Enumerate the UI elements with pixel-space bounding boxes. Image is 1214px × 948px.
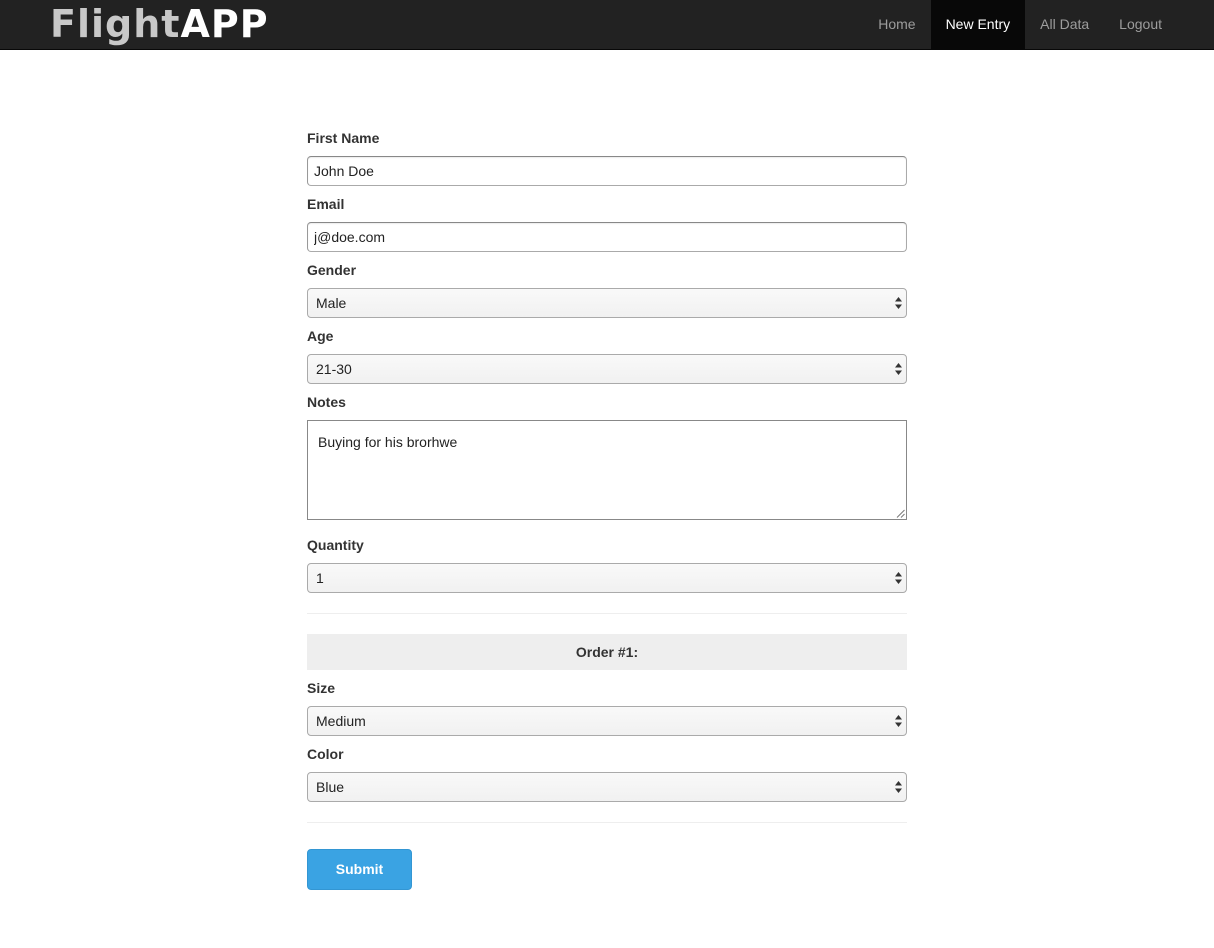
nav-item-all-data[interactable]: All Data	[1025, 0, 1104, 49]
resize-grip-icon[interactable]	[896, 509, 905, 518]
size-label: Size	[307, 680, 336, 696]
order-header: Order #1:	[307, 634, 907, 670]
size-select[interactable]: Medium	[307, 706, 907, 736]
notes-textarea[interactable]: Buying for his brorhwe	[307, 420, 907, 520]
submit-button[interactable]: Submit	[307, 849, 412, 890]
nav-item-home[interactable]: Home	[863, 0, 930, 49]
nav-item-logout[interactable]: Logout	[1104, 0, 1177, 49]
quantity-select-value: 1	[316, 570, 324, 586]
notes-label: Notes	[307, 394, 346, 410]
age-select-value: 21-30	[316, 361, 352, 377]
size-select-value: Medium	[316, 713, 366, 729]
age-select[interactable]: 21-30	[307, 354, 907, 384]
notes-textarea-value: Buying for his brorhwe	[318, 434, 458, 450]
updown-arrows-icon	[895, 781, 902, 793]
quantity-label: Quantity	[307, 537, 364, 553]
updown-arrows-icon	[895, 715, 902, 727]
color-select[interactable]: Blue	[307, 772, 907, 802]
main-nav: Home New Entry All Data Logout	[863, 0, 1177, 49]
updown-arrows-icon	[895, 363, 902, 375]
first-name-input[interactable]	[307, 156, 907, 186]
new-entry-form: First Name Email Gender Male Age 21-30 N…	[307, 128, 907, 890]
email-label: Email	[307, 196, 345, 212]
brand-logo-part-a: Flight	[50, 2, 181, 46]
color-select-value: Blue	[316, 779, 345, 795]
brand-logo-part-b: APP	[180, 2, 269, 46]
email-input[interactable]	[307, 222, 907, 252]
nav-item-new-entry[interactable]: New Entry	[930, 0, 1026, 49]
brand-logo[interactable]: Flight APP	[50, 2, 269, 46]
top-navbar: Flight APP Home New Entry All Data Logout	[0, 0, 1214, 50]
quantity-select[interactable]: 1	[307, 563, 907, 593]
updown-arrows-icon	[895, 297, 902, 309]
gender-select[interactable]: Male	[307, 288, 907, 318]
color-label: Color	[307, 746, 344, 762]
age-label: Age	[307, 328, 334, 344]
updown-arrows-icon	[895, 572, 902, 584]
first-name-label: First Name	[307, 130, 380, 146]
gender-label: Gender	[307, 262, 357, 278]
gender-select-value: Male	[316, 295, 347, 311]
